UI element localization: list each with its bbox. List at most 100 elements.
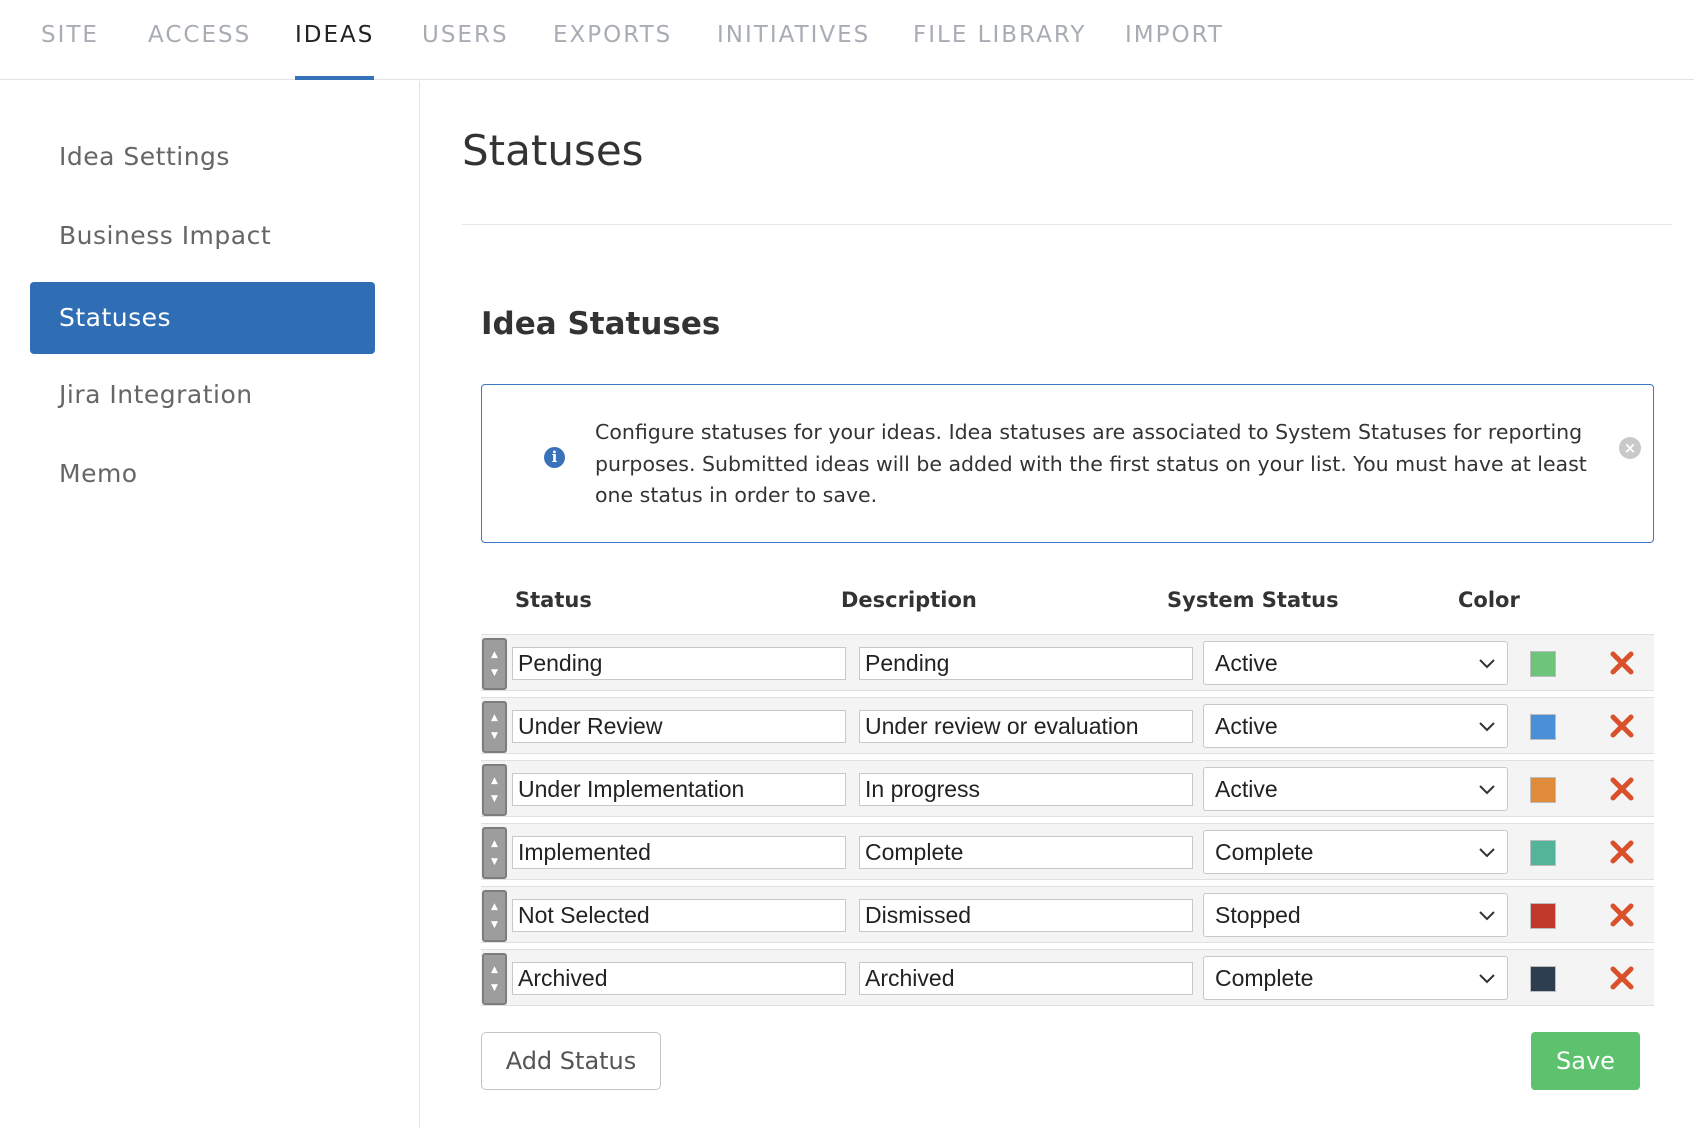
tab-label: IDEAS: [295, 22, 375, 48]
tab-label: FILE LIBRARY: [913, 22, 1087, 48]
chevron-down-icon: [1479, 722, 1495, 732]
system-status-value: Active: [1215, 713, 1278, 739]
tab-users[interactable]: USERS: [422, 22, 509, 80]
color-swatch[interactable]: [1530, 651, 1556, 677]
tab-exports[interactable]: EXPORTS: [553, 22, 672, 80]
delete-x-icon[interactable]: [1608, 712, 1636, 740]
color-swatch[interactable]: [1530, 777, 1556, 803]
tab-initiatives[interactable]: INITIATIVES: [717, 22, 870, 80]
tab-label: EXPORTS: [553, 22, 673, 48]
chevron-down-icon: ▼: [491, 983, 498, 993]
column-header-system-status: System Status: [1167, 588, 1339, 612]
system-status-select[interactable]: Active: [1203, 641, 1508, 685]
chevron-down-icon: ▼: [491, 920, 498, 930]
status-name-input[interactable]: Under Review: [512, 710, 846, 743]
status-name-input[interactable]: Archived: [512, 962, 846, 995]
tab-label: USERS: [422, 22, 509, 48]
delete-x-icon[interactable]: [1608, 901, 1636, 929]
drag-handle-icon[interactable]: ▲ ▼: [482, 827, 507, 879]
chevron-up-icon: ▲: [491, 965, 498, 975]
title-divider: [462, 224, 1672, 225]
delete-x-icon[interactable]: [1608, 775, 1636, 803]
table-row: ▲ ▼ Implemented Complete Complete: [481, 823, 1654, 880]
system-status-value: Complete: [1215, 839, 1314, 865]
table-row: ▲ ▼ Under Review Under review or evaluation…: [481, 697, 1654, 754]
color-swatch[interactable]: [1530, 903, 1556, 929]
info-icon: i: [544, 447, 565, 468]
chevron-up-icon: ▲: [491, 902, 498, 912]
table-row: ▲ ▼ Not Selected Dismissed Stopped: [481, 886, 1654, 943]
status-name-input[interactable]: Implemented: [512, 836, 846, 869]
chevron-down-icon: ▼: [491, 731, 498, 741]
status-name-input[interactable]: Pending: [512, 647, 846, 680]
table-row: ▲ ▼ Archived Archived Complete: [481, 949, 1654, 1006]
system-status-select[interactable]: Complete: [1203, 956, 1508, 1000]
chevron-down-icon: ▼: [491, 794, 498, 804]
system-status-select[interactable]: Active: [1203, 704, 1508, 748]
tab-label: IMPORT: [1125, 22, 1224, 48]
tab-site[interactable]: SITE: [41, 22, 99, 80]
column-header-color: Color: [1458, 588, 1520, 612]
system-status-select[interactable]: Stopped: [1203, 893, 1508, 937]
sidebar-item-jira-integration[interactable]: Jira Integration: [30, 359, 375, 431]
chevron-down-icon: [1479, 848, 1495, 858]
color-swatch[interactable]: [1530, 840, 1556, 866]
close-circle-icon[interactable]: ×: [1619, 437, 1641, 459]
chevron-down-icon: [1479, 974, 1495, 984]
system-status-value: Stopped: [1215, 902, 1301, 928]
column-header-status: Status: [515, 588, 592, 612]
drag-handle-icon[interactable]: ▲ ▼: [482, 638, 507, 690]
drag-handle-icon[interactable]: ▲ ▼: [482, 953, 507, 1005]
drag-handle-icon[interactable]: ▲ ▼: [482, 701, 507, 753]
system-status-value: Active: [1215, 650, 1278, 676]
chevron-down-icon: ▼: [491, 668, 498, 678]
status-description-input[interactable]: Under review or evaluation: [859, 710, 1193, 743]
system-status-value: Complete: [1215, 965, 1314, 991]
info-alert: i Configure statuses for your ideas. Ide…: [481, 384, 1654, 543]
system-status-select[interactable]: Active: [1203, 767, 1508, 811]
delete-x-icon[interactable]: [1608, 649, 1636, 677]
tab-import[interactable]: IMPORT: [1125, 22, 1224, 80]
status-name-input[interactable]: Not Selected: [512, 899, 846, 932]
status-description-input[interactable]: Complete: [859, 836, 1193, 869]
chevron-down-icon: [1479, 785, 1495, 795]
tab-file-library[interactable]: FILE LIBRARY: [913, 22, 1086, 80]
sidebar-item-memo[interactable]: Memo: [30, 438, 375, 510]
system-status-value: Active: [1215, 776, 1278, 802]
sidebar-item-statuses[interactable]: Statuses: [30, 282, 375, 354]
tab-label: INITIATIVES: [717, 22, 871, 48]
color-swatch[interactable]: [1530, 966, 1556, 992]
tab-access[interactable]: ACCESS: [148, 22, 251, 80]
delete-x-icon[interactable]: [1608, 964, 1636, 992]
page-title: Statuses: [462, 126, 644, 175]
delete-x-icon[interactable]: [1608, 838, 1636, 866]
chevron-up-icon: ▲: [491, 839, 498, 849]
system-status-select[interactable]: Complete: [1203, 830, 1508, 874]
status-description-input[interactable]: Dismissed: [859, 899, 1193, 932]
save-button[interactable]: Save: [1531, 1032, 1640, 1090]
sidebar-item-idea-settings[interactable]: Idea Settings: [30, 121, 375, 193]
tab-active-underline: [295, 76, 375, 80]
table-row: ▲ ▼ Under Implementation In progress Active: [481, 760, 1654, 817]
column-header-description: Description: [841, 588, 977, 612]
add-status-button[interactable]: Add Status: [481, 1032, 661, 1090]
status-description-input[interactable]: In progress: [859, 773, 1193, 806]
drag-handle-icon[interactable]: ▲ ▼: [482, 764, 507, 816]
chevron-up-icon: ▲: [491, 713, 498, 723]
sidebar: Idea Settings Business Impact Statuses J…: [0, 81, 420, 1128]
sidebar-item-business-impact[interactable]: Business Impact: [30, 200, 375, 272]
tab-label: SITE: [41, 22, 99, 48]
table-row: ▲ ▼ Pending Pending Active: [481, 634, 1654, 691]
chevron-up-icon: ▲: [491, 650, 498, 660]
status-name-input[interactable]: Under Implementation: [512, 773, 846, 806]
chevron-down-icon: [1479, 659, 1495, 669]
chevron-down-icon: [1479, 911, 1495, 921]
chevron-down-icon: ▼: [491, 857, 498, 867]
status-description-input[interactable]: Archived: [859, 962, 1193, 995]
drag-handle-icon[interactable]: ▲ ▼: [482, 890, 507, 942]
status-description-input[interactable]: Pending: [859, 647, 1193, 680]
top-navigation: SITE ACCESS IDEAS USERS EXPORTS INITIATI…: [0, 0, 1694, 80]
color-swatch[interactable]: [1530, 714, 1556, 740]
tab-ideas[interactable]: IDEAS: [295, 22, 375, 80]
tab-label: ACCESS: [148, 22, 252, 48]
